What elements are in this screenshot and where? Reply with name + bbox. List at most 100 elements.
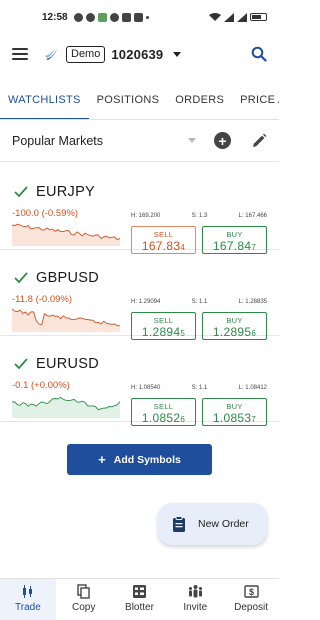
whatsapp-icon — [85, 12, 95, 22]
sell-label: SELL — [153, 402, 174, 411]
app-bar: Demo 1020639 — [0, 34, 279, 74]
nav-label: Blotter — [125, 602, 154, 613]
messages-icon — [97, 12, 107, 22]
sell-label: SELL — [153, 230, 174, 239]
high-spread-low: H: 1.29094 S: 1.1 L: 1.28835 — [131, 299, 267, 305]
tab-watchlists[interactable]: WATCHLISTS — [0, 84, 89, 119]
new-order-button[interactable]: New Order — [158, 503, 267, 545]
symbol-change: -0.1 (+0.00%) — [12, 380, 70, 391]
clipboard-icon — [173, 516, 185, 532]
check-icon — [14, 358, 28, 370]
sell-price: 1.0852 — [141, 411, 181, 425]
demo-badge: Demo — [66, 45, 106, 63]
tab-orders[interactable]: ORDERS — [167, 84, 232, 119]
signal-2-icon — [237, 12, 247, 22]
watchlist-dropdown-icon[interactable] — [188, 138, 196, 143]
symbol-name: GBPUSD — [36, 270, 100, 286]
spread-value: S: 1.1 — [191, 385, 208, 391]
plus-icon: + — [98, 452, 106, 467]
notification-icon — [73, 12, 83, 22]
buy-label: BUY — [226, 316, 243, 325]
people-icon — [188, 585, 202, 598]
buy-price: 1.2895 — [212, 325, 252, 339]
low-value: L: 167.466 — [238, 213, 267, 219]
buy-pip: 6 — [251, 329, 257, 338]
candlestick-icon — [23, 585, 33, 598]
tab-positions[interactable]: POSITIONS — [89, 84, 168, 119]
battery-icon — [250, 13, 267, 21]
high-value: H: 1.08540 — [131, 385, 161, 391]
dollar-icon: $ — [243, 585, 259, 598]
sparkline-area — [12, 309, 120, 332]
add-watchlist-icon[interactable]: + — [214, 132, 231, 149]
add-symbols-label: Add Symbols — [113, 453, 181, 466]
tab-bar: WATCHLISTS POSITIONS ORDERS PRICE ALERTS — [0, 84, 279, 120]
buy-button[interactable]: BUY 1.08537 — [202, 398, 267, 426]
signal-icon — [224, 12, 234, 22]
sell-pip: 6 — [180, 415, 186, 424]
spread-value: S: 1.1 — [191, 299, 208, 305]
buy-label: BUY — [226, 402, 243, 411]
search-icon[interactable] — [251, 46, 267, 62]
logo-icon — [45, 48, 58, 60]
account-dropdown-icon[interactable] — [173, 51, 182, 57]
nav-deposit[interactable]: $ Deposit — [223, 579, 279, 620]
sell-pip: 5 — [180, 329, 186, 338]
buy-pip: 7 — [251, 243, 257, 252]
bottom-nav: Trade Copy Blotter Invite $ Deposit — [0, 578, 279, 620]
more-dot-icon — [145, 15, 149, 19]
telegram-icon — [109, 12, 119, 22]
status-bar: 12:58 — [0, 0, 279, 34]
watchlist-name[interactable]: Popular Markets — [12, 134, 103, 148]
buy-button[interactable]: BUY 1.28956 — [202, 312, 267, 340]
wifi-icon — [209, 12, 221, 21]
high-value: H: 169.200 — [131, 213, 161, 219]
check-icon — [14, 272, 28, 284]
sell-button[interactable]: SELL 1.08526 — [131, 398, 196, 426]
tab-price-alerts[interactable]: PRICE ALERTS — [232, 84, 279, 119]
symbol-name: EURJPY — [36, 184, 96, 200]
nav-label: Invite — [183, 602, 208, 613]
app-icon — [121, 12, 131, 22]
buy-button[interactable]: BUY 167.847 — [202, 226, 267, 254]
high-spread-low: H: 1.08540 S: 1.1 L: 1.08412 — [131, 385, 267, 391]
account-number[interactable]: 1020639 — [111, 47, 163, 62]
symbol-row-eurusd[interactable]: EURUSD -0.1 (+0.00%) H: 1.08540 S: 1.1 L… — [0, 340, 279, 426]
nav-label: Deposit — [234, 602, 269, 613]
symbol-row-eurjpy[interactable]: EURJPY -100.0 (-0.59%) H: 169.200 S: 1.3… — [0, 168, 279, 254]
copy-icon — [77, 584, 90, 599]
sparkline-area — [12, 224, 120, 246]
notification-icons — [73, 12, 149, 22]
symbol-name: EURUSD — [36, 356, 100, 372]
add-symbols-button[interactable]: + Add Symbols — [67, 444, 212, 475]
sparkline — [12, 396, 120, 418]
buy-price: 167.84 — [212, 239, 252, 253]
high-spread-low: H: 169.200 S: 1.3 L: 167.466 — [131, 213, 267, 219]
sparkline — [12, 223, 120, 246]
symbol-row-gbpusd[interactable]: GBPUSD -11.8 (-0.09%) H: 1.29094 S: 1.1 … — [0, 254, 279, 340]
grid-icon — [132, 585, 146, 598]
spread-value: S: 1.3 — [191, 213, 208, 219]
low-value: L: 1.08412 — [238, 385, 267, 391]
nav-copy[interactable]: Copy — [56, 579, 112, 620]
edit-icon[interactable] — [251, 133, 267, 149]
buy-price: 1.0853 — [212, 411, 252, 425]
sell-pip: 4 — [180, 243, 186, 252]
menu-icon[interactable] — [12, 48, 28, 60]
sell-button[interactable]: SELL 167.834 — [131, 226, 196, 254]
high-value: H: 1.29094 — [131, 299, 161, 305]
new-order-label: New Order — [198, 518, 249, 530]
nav-label: Trade — [15, 602, 41, 613]
nav-trade[interactable]: Trade — [0, 579, 56, 620]
sell-button[interactable]: SELL 1.28945 — [131, 312, 196, 340]
nav-label: Copy — [72, 602, 96, 613]
buy-pip: 7 — [251, 415, 257, 424]
sell-price: 167.83 — [141, 239, 181, 253]
calendar-icon — [133, 12, 143, 22]
sell-label: SELL — [153, 316, 174, 325]
buy-label: BUY — [226, 230, 243, 239]
nav-blotter[interactable]: Blotter — [112, 579, 168, 620]
low-value: L: 1.28835 — [238, 299, 267, 305]
nav-invite[interactable]: Invite — [167, 579, 223, 620]
watchlist-selector: Popular Markets + — [0, 120, 279, 162]
